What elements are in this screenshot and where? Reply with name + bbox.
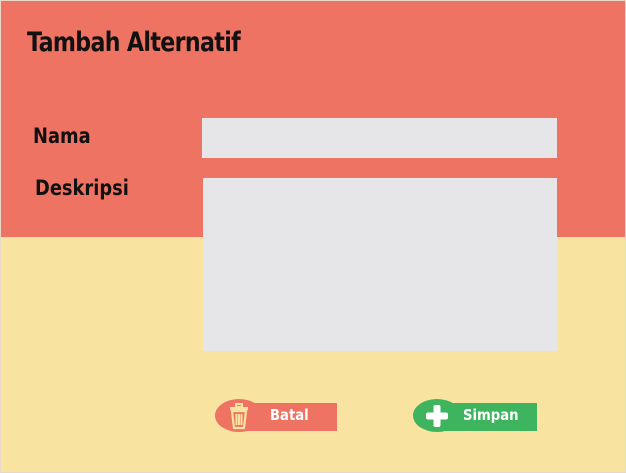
plus-icon [422, 402, 452, 434]
trash-icon [225, 402, 253, 434]
nama-label: Nama [33, 124, 91, 148]
deskripsi-label: Deskripsi [35, 176, 129, 200]
page-title: Tambah Alternatif [27, 27, 241, 58]
cancel-button[interactable]: Batal [215, 399, 337, 432]
deskripsi-textarea[interactable] [203, 178, 557, 351]
save-button-label: Simpan [463, 406, 519, 424]
cancel-button-label: Batal [270, 406, 309, 424]
save-button[interactable]: Simpan [413, 399, 537, 432]
nama-input[interactable] [202, 118, 557, 158]
